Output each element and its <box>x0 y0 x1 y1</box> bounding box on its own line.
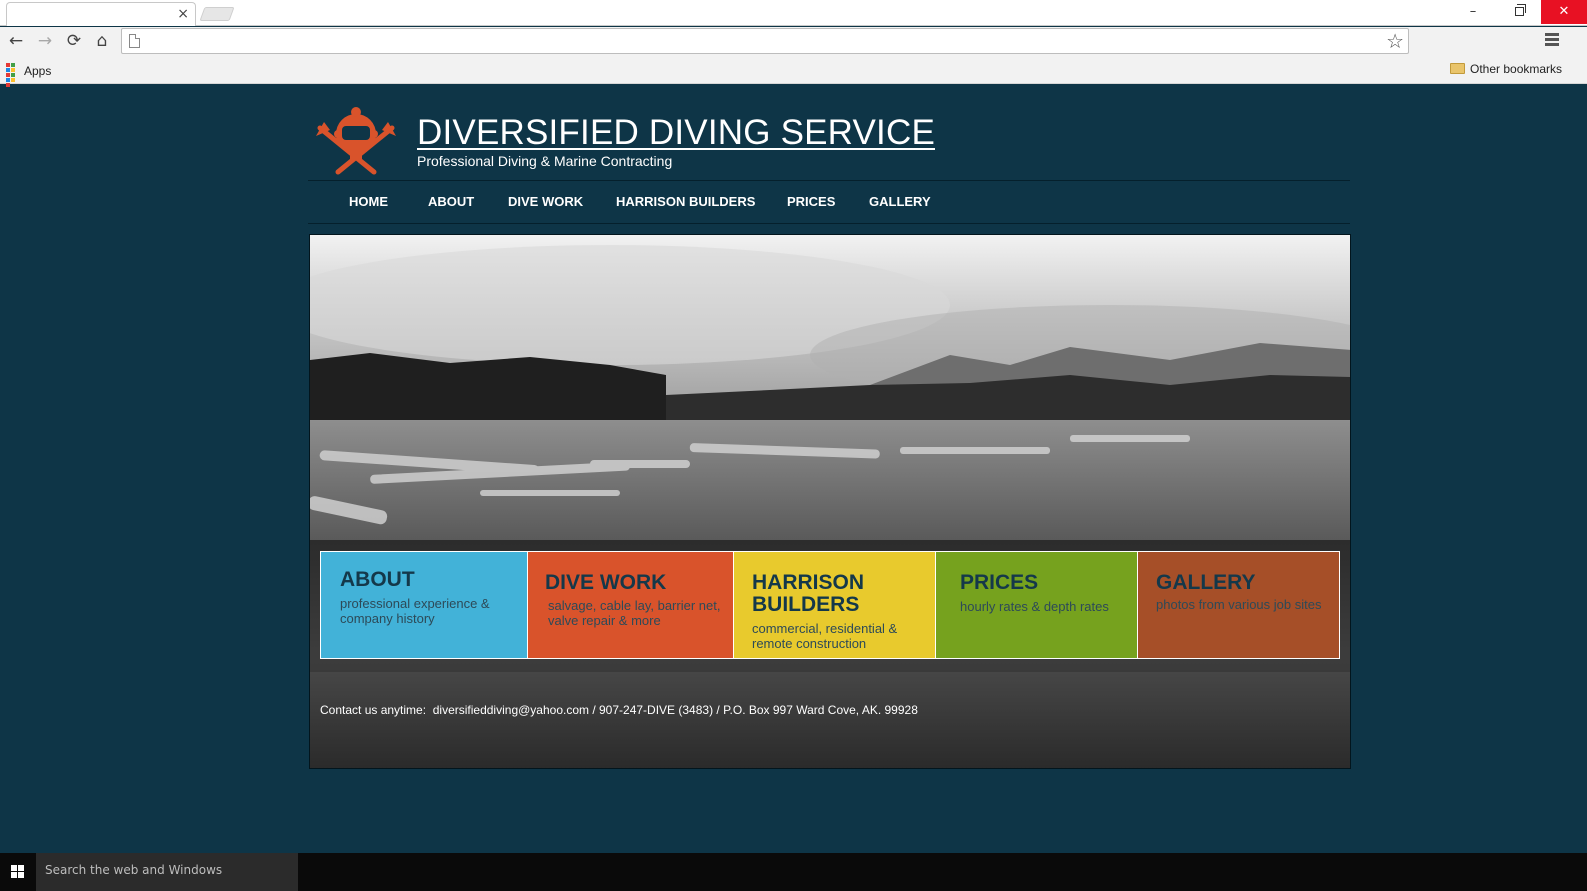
window-restore-button[interactable] <box>1496 0 1542 24</box>
tab-close-icon[interactable]: × <box>177 6 189 22</box>
browser-tab[interactable]: × <box>6 2 196 26</box>
hero-landscape-image <box>310 235 1350 768</box>
nav-divider-bottom <box>308 223 1350 224</box>
start-button[interactable] <box>0 853 36 891</box>
taskbar-search-placeholder: Search the web and Windows <box>45 863 223 877</box>
about-tile[interactable]: ABOUT professional experience & company … <box>321 552 527 658</box>
page-icon <box>129 34 140 48</box>
prices-tile-subtitle: hourly rates & depth rates <box>960 599 1109 614</box>
gallery-tile-subtitle: photos from various job sites <box>1156 597 1322 612</box>
nav-about-link[interactable]: ABOUT <box>428 194 474 209</box>
windows-logo-icon <box>11 865 25 879</box>
main-nav: HOME ABOUT DIVE WORK HARRISON BUILDERS P… <box>308 182 1350 222</box>
feature-tiles: ABOUT professional experience & company … <box>320 551 1340 659</box>
nav-divider-top <box>308 180 1350 181</box>
gallery-tile-title: GALLERY <box>1156 571 1256 594</box>
browser-menu-icon[interactable] <box>1545 33 1559 49</box>
contact-prefix: Contact us anytime: <box>320 703 427 717</box>
contact-line: Contact us anytime: diversifieddiving@ya… <box>320 703 918 717</box>
apps-grid-icon <box>6 62 20 87</box>
nav-gallery-link[interactable]: GALLERY <box>869 194 931 209</box>
prices-tile-title: PRICES <box>960 571 1039 594</box>
contact-details: / 907-247-DIVE (3483) / P.O. Box 997 War… <box>592 703 918 717</box>
taskbar-search-box[interactable]: Search the web and Windows <box>36 853 298 891</box>
about-tile-subtitle: professional experience & company histor… <box>340 596 490 626</box>
address-bar[interactable]: ☆ <box>121 28 1409 54</box>
restore-icon <box>1514 4 1526 16</box>
window-close-button[interactable]: ✕ <box>1541 0 1587 24</box>
nav-prices-link[interactable]: PRICES <box>787 194 835 209</box>
gallery-tile[interactable]: GALLERY photos from various job sites <box>1137 552 1339 658</box>
harrison-builders-tile[interactable]: HARRISON BUILDERS commercial, residentia… <box>733 552 935 658</box>
windows-taskbar: Search the web and Windows <box>0 853 1587 891</box>
dive-work-tile[interactable]: DIVE WORK salvage, cable lay, barrier ne… <box>527 552 733 658</box>
forward-button[interactable]: → <box>33 29 57 53</box>
hero-panel <box>309 234 1351 769</box>
window-minimize-button[interactable]: – <box>1450 0 1496 24</box>
site-title-link[interactable]: DIVERSIFIED DIVING SERVICE <box>417 113 935 153</box>
site-tagline: Professional Diving & Marine Contracting <box>417 153 673 169</box>
home-button[interactable]: ⌂ <box>90 29 114 53</box>
browser-toolbar: ← → ⟳ ⌂ ☆ <box>0 27 1587 56</box>
other-bookmarks-label: Other bookmarks <box>1470 62 1563 76</box>
nav-harrison-builders-link[interactable]: HARRISON BUILDERS <box>616 194 755 209</box>
nav-home-link[interactable]: HOME <box>349 194 388 209</box>
nav-dive-work-link[interactable]: DIVE WORK <box>508 194 583 209</box>
dive-work-tile-subtitle: salvage, cable lay, barrier net, valve r… <box>548 598 721 628</box>
dive-work-tile-title: DIVE WORK <box>545 571 667 594</box>
apps-bookmark[interactable]: Apps <box>6 62 52 87</box>
contact-email-link[interactable]: diversifieddiving@yahoo.com <box>433 703 589 717</box>
bookmark-star-icon[interactable]: ☆ <box>1386 29 1404 53</box>
prices-tile[interactable]: PRICES hourly rates & depth rates <box>935 552 1137 658</box>
back-button[interactable]: ← <box>4 29 28 53</box>
folder-icon <box>1450 63 1465 75</box>
diver-logo-icon[interactable] <box>314 106 398 178</box>
other-bookmarks[interactable]: Other bookmarks <box>1450 62 1562 76</box>
new-tab-button[interactable] <box>199 7 235 21</box>
browser-tab-bar: × – ✕ <box>0 0 1587 26</box>
harrison-builders-tile-subtitle: commercial, residential & remote constru… <box>752 621 898 651</box>
bookmarks-bar: Apps Other bookmarks <box>0 56 1587 87</box>
harrison-builders-tile-title: HARRISON BUILDERS <box>752 571 865 616</box>
about-tile-title: ABOUT <box>340 568 415 591</box>
reload-button[interactable]: ⟳ <box>62 29 86 53</box>
apps-label: Apps <box>24 63 52 78</box>
